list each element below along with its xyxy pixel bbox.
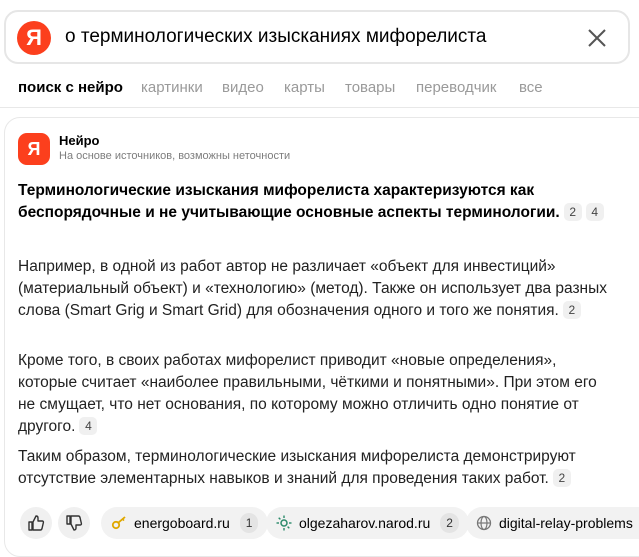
source-count: 2 (440, 513, 459, 533)
search-bar[interactable]: Я о терминологических изысканиях мифорел… (4, 10, 630, 64)
thumbs-down-icon (66, 515, 83, 531)
citation-badge[interactable]: 4 (79, 417, 98, 435)
source-chip[interactable]: energoboard.ru 1 (101, 507, 269, 539)
source-name: energoboard.ru (134, 515, 230, 531)
source-chip[interactable]: olgezaharov.narod.ru 2 (266, 507, 469, 539)
like-button[interactable] (20, 507, 52, 539)
citation-badge[interactable]: 2 (562, 301, 581, 319)
search-input[interactable]: о терминологических изысканиях мифорелис… (65, 26, 486, 48)
citation-badge[interactable]: 4 (585, 203, 604, 221)
answer-paragraph: Кроме того, в своих работах мифорелист п… (18, 352, 597, 435)
neuro-disclaimer: На основе источников, возможны неточност… (59, 150, 291, 162)
tab-neuro-search[interactable]: поиск с нейро (18, 79, 123, 96)
tab-images[interactable]: картинки (141, 79, 203, 96)
neuro-icon: Я (18, 133, 50, 165)
yandex-logo[interactable]: Я (17, 21, 51, 55)
source-name: olgezaharov.narod.ru (299, 515, 431, 531)
dislike-button[interactable] (58, 507, 90, 539)
tab-products[interactable]: товары (345, 79, 395, 96)
citation-badge[interactable]: 2 (552, 469, 571, 487)
answer-paragraph: Например, в одной из работ автор не разл… (18, 258, 607, 319)
tab-all[interactable]: все (519, 79, 543, 96)
sun-icon (276, 515, 292, 531)
key-icon (111, 515, 127, 531)
source-count: 1 (239, 513, 259, 533)
answer-headline: Терминологические изыскания мифорелиста … (18, 180, 618, 224)
tab-translator[interactable]: переводчик (416, 79, 496, 96)
answer-paragraph: Таким образом, терминологические изыскан… (18, 448, 576, 487)
source-name: digital-relay-problems (499, 515, 633, 531)
source-chip[interactable]: digital-relay-problems (466, 507, 639, 539)
tab-video[interactable]: видео (222, 79, 264, 96)
citation-badge[interactable]: 2 (563, 203, 582, 221)
thumbs-up-icon (28, 515, 45, 531)
neuro-title: Нейро (59, 133, 100, 148)
clear-icon[interactable] (586, 27, 608, 49)
tab-maps[interactable]: карты (284, 79, 325, 96)
globe-icon (476, 515, 492, 531)
search-tabs: поиск с нейро картинки видео карты товар… (0, 70, 639, 108)
